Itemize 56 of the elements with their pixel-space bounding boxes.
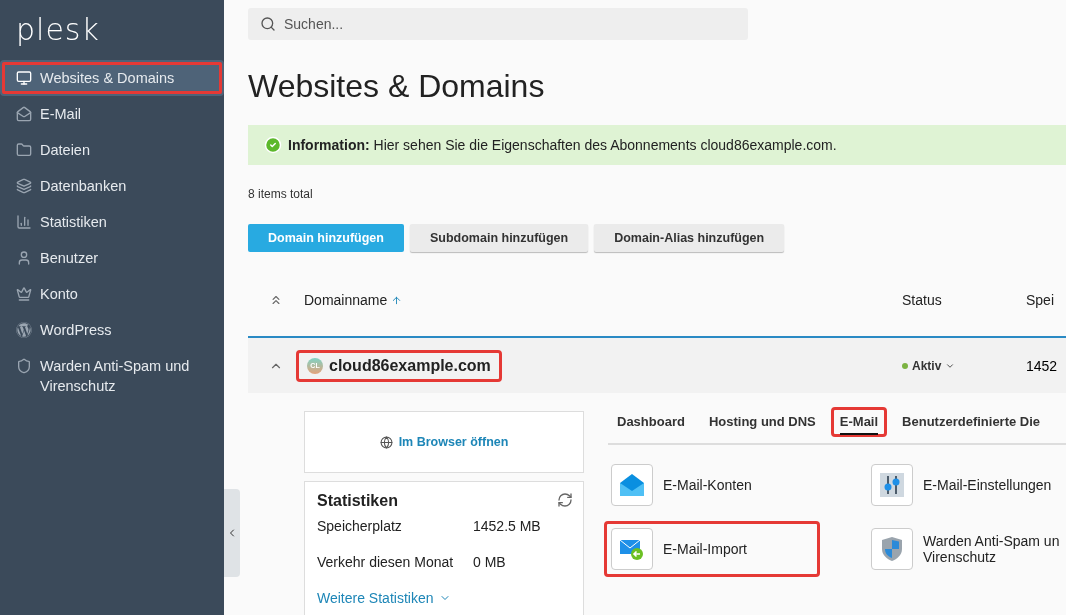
sliders-icon	[880, 473, 904, 497]
card-title: Statistiken	[317, 492, 398, 510]
column-header[interactable]: Spei	[1026, 292, 1066, 308]
collapse-all-icon[interactable]	[269, 293, 283, 307]
sidebar-item[interactable]: Datenbanken	[0, 168, 224, 204]
table-cell-text: 1452	[1026, 357, 1059, 374]
sidebar-item[interactable]: Benutzer	[0, 240, 224, 276]
stat-value: 0 MB	[473, 554, 507, 572]
bar-chart-icon	[16, 214, 32, 230]
wordpress-icon	[16, 322, 32, 338]
tab[interactable]: Benutzerdefinierte Die	[893, 407, 1050, 437]
sidebar-item[interactable]: Dateien	[0, 132, 224, 168]
tab[interactable]: E-Mail	[830, 407, 888, 437]
more-statistics-link[interactable]: Weitere Statistiken	[317, 590, 571, 606]
collapse-handle[interactable]	[224, 489, 240, 577]
sidebar-item[interactable]: Websites & Domains	[0, 60, 224, 96]
items-count: 8 items total	[248, 187, 314, 201]
tool-link[interactable]: E-Mail-Import	[604, 521, 820, 577]
tool-link[interactable]: E-Mail-Konten	[604, 457, 820, 513]
search-icon	[260, 16, 276, 32]
plesk-logo: plesk	[15, 11, 101, 49]
column-header[interactable]: Status	[902, 292, 1026, 308]
tab[interactable]: Dashboard	[608, 407, 694, 437]
sidebar-item[interactable]: Konto	[0, 276, 224, 312]
add-button[interactable]: Subdomain hinzufügen	[409, 224, 589, 252]
user-icon	[16, 250, 32, 266]
globe-icon	[379, 435, 393, 449]
crown-icon	[16, 286, 32, 302]
shield-icon	[881, 536, 903, 562]
envelope-icon	[16, 106, 32, 122]
search-field[interactable]: Suchen...	[248, 8, 748, 40]
status-dropdown[interactable]: Aktiv	[902, 358, 1026, 373]
sidebar-item[interactable]: E-Mail	[0, 96, 224, 132]
folder-icon	[16, 142, 32, 158]
info-text: Information: Hier sehen Sie die Eigenschaften des Abonnements cloud86example.com.	[288, 137, 837, 153]
sort-arrow-icon	[391, 294, 403, 306]
column-header[interactable]: Domainname	[304, 292, 902, 308]
add-button[interactable]: Domain-Alias hinzufügen	[594, 224, 785, 252]
sidebar-item[interactable]: Warden Anti-Spam und Virenschutz	[0, 348, 224, 404]
tab[interactable]: Hosting und DNS	[699, 407, 825, 437]
check-icon	[264, 136, 282, 154]
stat-label: Verkehr diesen Monat	[317, 554, 455, 572]
page-title: Websites & Domains	[248, 68, 546, 105]
tool-link[interactable]: E-Mail-Einstellungen	[864, 457, 1066, 513]
shield-icon	[16, 358, 32, 374]
layers-icon	[16, 178, 32, 194]
stat-value: 1452.5 MB	[473, 518, 542, 536]
tool-link[interactable]: Warden Anti-Spam un Virenschutz	[864, 521, 1066, 577]
open-in-browser-link[interactable]: Im Browser öffnen	[379, 435, 509, 449]
open-envelope-icon	[619, 473, 645, 497]
sidebar-item[interactable]: WordPress	[0, 312, 224, 348]
refresh-icon[interactable]	[557, 492, 573, 508]
sidebar-item[interactable]: Statistiken	[0, 204, 224, 240]
stat-label: Speicherplatz	[317, 518, 403, 536]
monitor-icon	[16, 70, 32, 86]
envelope-import-icon	[619, 537, 645, 561]
